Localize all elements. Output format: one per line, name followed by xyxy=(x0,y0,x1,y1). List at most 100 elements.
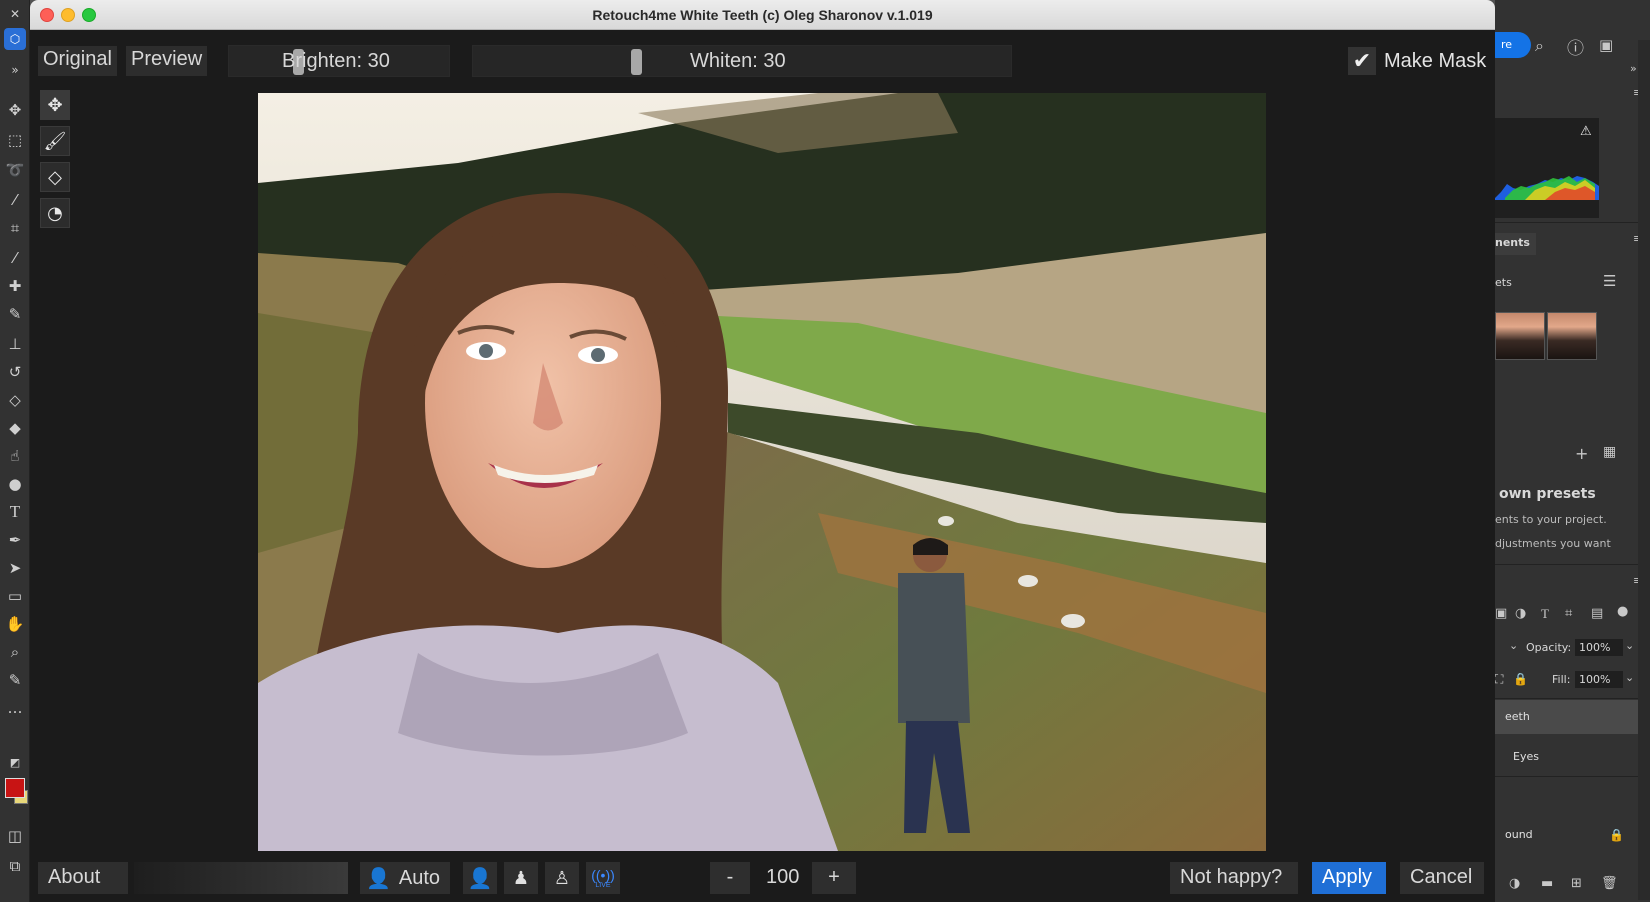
new-layer-icon[interactable]: ⊞ xyxy=(1571,876,1582,891)
layer-row-teeth[interactable]: eeth xyxy=(1495,700,1650,734)
preset-thumbnail[interactable] xyxy=(1547,312,1597,360)
title-bar[interactable]: Retouch4me White Teeth (c) Oleg Sharonov… xyxy=(30,0,1495,30)
ps-brush-icon[interactable]: ✎ xyxy=(5,304,25,324)
live-button[interactable]: ((•)) LIVE xyxy=(586,862,620,894)
default-colors-icon[interactable]: ◩ xyxy=(5,752,25,772)
rectangle-icon[interactable]: ▭ xyxy=(5,586,25,606)
expand-icon[interactable]: » xyxy=(5,60,25,80)
blend-mode-chevron-icon[interactable]: ⌄ xyxy=(1509,639,1518,652)
lock-icon[interactable]: 🔒 xyxy=(1513,672,1528,686)
grid-view-icon[interactable]: ▦ xyxy=(1603,444,1616,460)
crop-icon[interactable]: ⌗ xyxy=(5,218,25,238)
face-mode-button[interactable]: 👤 xyxy=(463,862,497,894)
smudge-icon[interactable]: ☝ xyxy=(5,446,25,466)
dodge-icon[interactable]: ● xyxy=(5,474,25,494)
layer-row-background[interactable]: ound xyxy=(1495,818,1650,852)
pen-icon[interactable]: ✒ xyxy=(5,530,25,550)
add-preset-icon[interactable]: + xyxy=(1575,444,1588,463)
adjustments-tab[interactable]: nents xyxy=(1495,233,1536,255)
ps-eraser-icon[interactable]: ◇ xyxy=(5,390,25,410)
trash-icon[interactable]: 🗑 xyxy=(1601,876,1618,891)
photo-canvas[interactable] xyxy=(258,93,1266,851)
panel-scrollbar[interactable] xyxy=(1638,40,1650,900)
shape-filter-icon[interactable]: ⌗ xyxy=(1565,606,1572,621)
filter-toggle-icon[interactable]: ● xyxy=(1617,604,1628,619)
auto-button[interactable]: 👤 Auto xyxy=(360,862,450,894)
ps-move-icon[interactable]: ✥ xyxy=(5,100,25,120)
bottom-bar: About 👤 Auto 👤 ♟ ♙ ((•)) LIVE - 100 + No… xyxy=(30,852,1495,902)
hand-icon[interactable]: ✋ xyxy=(5,614,25,634)
search-icon[interactable]: ⌕ xyxy=(1535,36,1544,56)
opacity-label: Opacity: xyxy=(1526,641,1572,654)
about-button[interactable]: About xyxy=(38,862,128,894)
warning-icon[interactable]: ⚠ xyxy=(1580,124,1592,139)
full-body-mode-button[interactable]: ♙ xyxy=(545,862,579,894)
live-icon: ((•)) xyxy=(591,866,615,883)
history-brush-icon[interactable]: ↺ xyxy=(5,362,25,382)
fill-value[interactable]: 100% xyxy=(1575,671,1623,688)
paint-bucket-icon[interactable]: ◆ xyxy=(5,418,25,438)
magic-wand-icon[interactable]: ⁄ xyxy=(5,190,25,210)
more-tools-icon[interactable]: … xyxy=(5,698,25,718)
window-title: Retouch4me White Teeth (c) Oleg Sharonov… xyxy=(592,7,933,23)
half-body-mode-button[interactable]: ♟ xyxy=(504,862,538,894)
path-select-icon[interactable]: ➤ xyxy=(5,558,25,578)
make-mask-toggle[interactable]: ✔ Make Mask xyxy=(1348,46,1486,76)
histogram: ⚠ xyxy=(1495,118,1599,218)
preset-thumbnail[interactable] xyxy=(1495,312,1545,360)
opacity-chevron-icon[interactable]: ⌄ xyxy=(1625,639,1634,652)
full-body-icon: ♙ xyxy=(553,867,571,888)
zoom-in-button[interactable]: + xyxy=(812,862,856,894)
zoom-value: 100 xyxy=(766,866,800,888)
zoom-out-button[interactable]: - xyxy=(710,862,750,894)
brighten-slider[interactable]: Brighten: 30 xyxy=(228,45,450,77)
type-icon[interactable]: T xyxy=(5,502,25,522)
make-mask-label: Make Mask xyxy=(1384,49,1487,72)
live-label: LIVE xyxy=(595,881,611,889)
apply-button[interactable]: Apply xyxy=(1312,862,1386,894)
workspace-icon[interactable]: ▣ xyxy=(1599,36,1613,54)
close-icon[interactable]: ✕ xyxy=(5,4,25,24)
brush-icon[interactable]: 🖌 xyxy=(40,126,70,156)
selfie-photo xyxy=(258,93,1266,851)
opacity-value[interactable]: 100% xyxy=(1575,639,1623,656)
marquee-icon[interactable]: ⬚ xyxy=(5,130,25,150)
edit-toolbar-icon[interactable]: ✎ xyxy=(5,670,25,690)
zoom-icon[interactable]: ⌕ xyxy=(5,642,25,662)
collapse-panels-icon[interactable]: » xyxy=(1630,62,1637,75)
app-logo-icon: ⬡ xyxy=(4,28,26,50)
healing-icon[interactable]: ✚ xyxy=(5,276,25,296)
eraser-icon[interactable]: ◇ xyxy=(40,162,70,192)
quick-mask-icon[interactable]: ◫ xyxy=(5,826,25,846)
original-button[interactable]: Original xyxy=(38,46,117,76)
layer-filter-icon[interactable]: ▣ xyxy=(1495,606,1507,621)
layer-name: ound xyxy=(1505,828,1533,841)
list-view-icon[interactable]: ☰ xyxy=(1603,272,1616,290)
move-icon[interactable]: ✥ xyxy=(40,90,70,120)
auto-label: Auto xyxy=(398,866,441,889)
own-presets-line1: ents to your project. xyxy=(1495,513,1607,526)
layer-lock-icon[interactable]: 🔒 xyxy=(1609,828,1624,842)
type-filter-icon[interactable]: T xyxy=(1541,606,1549,622)
photoshop-toolbar: ✕ ⬡ » ✥ ⬚ ➰ ⁄ ⌗ ⁄ ✚ ✎ ⊥ ↺ ◇ ◆ ☝ ● T ✒ ➤ … xyxy=(0,0,30,902)
whiten-slider[interactable]: Whiten: 30 xyxy=(472,45,1012,77)
not-happy-button[interactable]: Not happy? xyxy=(1170,862,1298,894)
stamp-icon[interactable]: ⊥ xyxy=(5,334,25,354)
eyedropper-icon[interactable]: ⁄ xyxy=(5,248,25,268)
make-mask-checkbox[interactable]: ✔ xyxy=(1348,47,1376,75)
lasso-icon[interactable]: ➰ xyxy=(5,160,25,180)
help-icon[interactable]: ⓘ xyxy=(1567,34,1584,59)
smart-object-filter-icon[interactable]: ▤ xyxy=(1591,606,1603,621)
adjustment-layer-icon[interactable]: ◑ xyxy=(1509,876,1520,891)
color-picker-icon[interactable]: ◔ xyxy=(40,198,70,228)
whiten-slider-thumb[interactable] xyxy=(631,49,642,75)
folder-icon[interactable]: ▬ xyxy=(1541,876,1553,891)
lock-position-icon[interactable]: ⛶ xyxy=(1495,672,1503,687)
layer-row-eyes[interactable]: Eyes xyxy=(1495,740,1650,774)
screen-mode-icon[interactable]: ⧉ xyxy=(5,856,25,876)
adjustment-filter-icon[interactable]: ◑ xyxy=(1515,606,1526,621)
fill-chevron-icon[interactable]: ⌄ xyxy=(1625,671,1634,684)
cancel-button[interactable]: Cancel xyxy=(1400,862,1484,894)
foreground-color-swatch[interactable] xyxy=(5,778,25,798)
preview-button[interactable]: Preview xyxy=(126,46,208,76)
